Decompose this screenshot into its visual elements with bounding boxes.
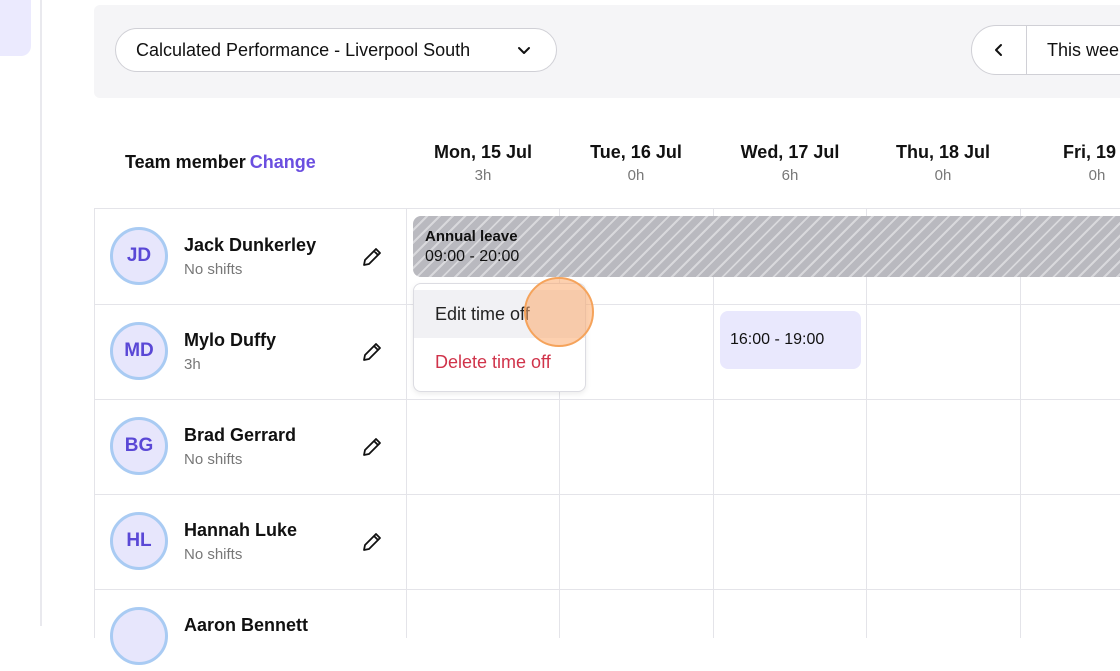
day-header-wed: Wed, 17 Jul 6h (715, 142, 865, 184)
time-off-time: 09:00 - 20:00 (425, 248, 520, 265)
pencil-icon[interactable] (360, 530, 384, 554)
member-name: Mylo Duffy (184, 330, 276, 350)
day-header-tue: Tue, 16 Jul 0h (561, 142, 711, 184)
left-nav-rail (0, 0, 42, 626)
member-row-aaron-bennett: Aaron Bennett (110, 607, 400, 671)
member-row-jack-dunkerley: JD Jack Dunkerley No shifts (110, 227, 400, 291)
member-name: Jack Dunkerley (184, 235, 317, 255)
member-hours: No shifts (184, 546, 243, 563)
grid-row-divider (94, 494, 1120, 495)
week-label-button[interactable]: This wee (1027, 40, 1119, 61)
avatar: BG (110, 417, 168, 475)
day-name: Mon, 15 Jul (433, 142, 532, 162)
day-name: Thu, 18 Jul (895, 142, 991, 162)
day-name: Tue, 16 Jul (590, 142, 682, 162)
grid-row-divider (94, 304, 1120, 305)
day-hours: 0h (1088, 167, 1106, 184)
week-navigator: This wee (971, 25, 1120, 75)
grid-row-divider (94, 399, 1120, 400)
day-name: Fri, 19 J (1062, 142, 1120, 162)
day-hours: 3h (474, 167, 492, 184)
member-name: Brad Gerrard (184, 425, 297, 445)
change-team-link[interactable]: Change (250, 152, 316, 172)
grid-col-divider (406, 208, 407, 638)
day-hours: 6h (781, 167, 799, 184)
location-select[interactable]: Calculated Performance - Liverpool South (115, 28, 557, 72)
day-header-mon: Mon, 15 Jul 3h (408, 142, 558, 184)
member-hours: 3h (184, 356, 201, 373)
member-hours: No shifts (184, 261, 243, 278)
team-member-header: Team member Change (125, 152, 316, 173)
day-hours: 0h (627, 167, 645, 184)
grid-row-divider (94, 208, 1120, 209)
location-select-label: Calculated Performance - Liverpool South (136, 39, 471, 60)
pencil-icon[interactable] (360, 435, 384, 459)
toolbar: Calculated Performance - Liverpool South… (94, 5, 1120, 98)
member-hours: No shifts (184, 451, 243, 468)
avatar: HL (110, 512, 168, 570)
nav-active-item[interactable] (0, 0, 31, 56)
avatar: JD (110, 227, 168, 285)
shift-time: 16:00 - 19:00 (730, 331, 825, 348)
member-row-hannah-luke: HL Hannah Luke No shifts (110, 512, 400, 576)
time-off-block[interactable]: Annual leave 09:00 - 20:00 (413, 216, 1120, 277)
day-name: Wed, 17 Jul (740, 142, 840, 162)
member-row-mylo-duffy: MD Mylo Duffy 3h (110, 322, 400, 386)
grid-row-divider (94, 589, 1120, 590)
pencil-icon[interactable] (360, 245, 384, 269)
chevron-down-icon (518, 47, 530, 54)
previous-week-button[interactable] (972, 26, 1027, 74)
click-indicator (524, 277, 594, 347)
pencil-icon[interactable] (360, 340, 384, 364)
chevron-left-icon (995, 44, 1002, 56)
day-header-fri: Fri, 19 J 0h (1022, 142, 1120, 184)
avatar (110, 607, 168, 665)
member-name: Hannah Luke (184, 520, 298, 540)
avatar: MD (110, 322, 168, 380)
day-header-thu: Thu, 18 Jul 0h (868, 142, 1018, 184)
grid-col-divider (94, 208, 95, 638)
time-off-title: Annual leave (425, 228, 518, 245)
member-row-brad-gerrard: BG Brad Gerrard No shifts (110, 417, 400, 481)
day-hours: 0h (934, 167, 952, 184)
team-member-label: Team member (125, 152, 246, 172)
shift-block[interactable]: 16:00 - 19:00 (720, 311, 861, 369)
